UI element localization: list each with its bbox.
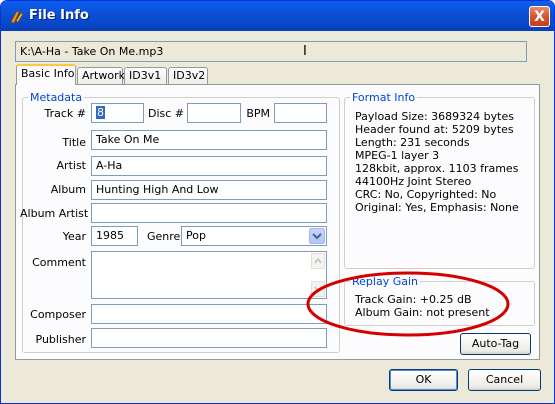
- format-info-line: Header found at: 5209 bytes: [355, 123, 514, 136]
- chevron-down-icon: [312, 233, 322, 240]
- metadata-group-title: Metadata: [28, 91, 85, 104]
- auto-tag-button[interactable]: Auto-Tag: [460, 333, 531, 355]
- file-path-field[interactable]: K:\A-Ha - Take On Me.mp3 I: [15, 41, 527, 62]
- format-info-group: Format Info Payload Size: 3689324 bytes …: [344, 91, 535, 269]
- year-label: Year: [62, 230, 86, 243]
- genre-value: Pop: [186, 229, 206, 242]
- arrow-down-icon: [314, 286, 322, 293]
- comment-label: Comment: [32, 256, 86, 269]
- bpm-label: BPM: [246, 107, 270, 120]
- publisher-label: Publisher: [35, 333, 87, 346]
- genre-select[interactable]: Pop: [181, 226, 327, 246]
- artist-label: Artist: [56, 159, 86, 172]
- comment-scroll-up[interactable]: [311, 253, 325, 269]
- year-input[interactable]: 1985: [91, 226, 138, 246]
- tab-label: Basic Info: [21, 67, 75, 80]
- track-input[interactable]: 8: [91, 103, 144, 123]
- app-icon: [10, 10, 24, 24]
- close-icon: X: [534, 9, 545, 25]
- publisher-input[interactable]: [91, 328, 327, 348]
- format-info-line: Payload Size: 3689324 bytes: [355, 110, 514, 123]
- title-input[interactable]: Take On Me: [91, 130, 327, 150]
- replay-gain-group-title: Replay Gain: [350, 275, 420, 288]
- album-label: Album: [50, 183, 86, 196]
- file-info-dialog: File Info X K:\A-Ha - Take On Me.mp3 I B…: [0, 0, 555, 404]
- title-label: Title: [62, 136, 86, 149]
- replay-gain-group: Replay Gain Track Gain: +0.25 dB Album G…: [344, 275, 535, 326]
- text-cursor-icon: I: [303, 44, 307, 59]
- composer-label: Composer: [30, 308, 86, 321]
- format-info-line: 128kbit, approx. 1103 frames: [355, 162, 519, 175]
- window-title: File Info: [29, 8, 89, 23]
- comment-scroll-down[interactable]: [311, 281, 325, 297]
- composer-input[interactable]: [91, 304, 327, 324]
- format-info-line: Length: 231 seconds: [355, 136, 470, 149]
- track-value: 8: [96, 106, 105, 119]
- genre-dropdown-button[interactable]: [309, 228, 325, 244]
- bpm-input[interactable]: [274, 103, 327, 123]
- disc-input[interactable]: [187, 103, 241, 123]
- cancel-button[interactable]: Cancel: [468, 369, 541, 391]
- album-artist-input[interactable]: [91, 203, 327, 223]
- artist-value: A-Ha: [96, 159, 123, 172]
- close-button[interactable]: X: [529, 6, 550, 27]
- comment-textarea[interactable]: [91, 251, 327, 299]
- track-label: Track #: [44, 107, 87, 120]
- tab-id3v1[interactable]: ID3v1: [124, 67, 167, 85]
- format-info-line: Original: Yes, Emphasis: None: [355, 201, 519, 214]
- year-value: 1985: [96, 229, 124, 242]
- tab-artwork[interactable]: Artwork: [77, 67, 125, 85]
- tab-label: ID3v1: [129, 69, 162, 82]
- tab-label: ID3v2: [173, 69, 206, 82]
- replay-gain-line: Album Gain: not present: [355, 306, 490, 319]
- disc-label: Disc #: [147, 107, 184, 120]
- genre-label: Genre: [147, 230, 181, 243]
- format-info-line: 44100Hz Joint Stereo: [355, 175, 472, 188]
- album-value: Hunting High And Low: [96, 183, 219, 196]
- format-info-line: CRC: No, Copyrighted: No: [355, 188, 497, 201]
- replay-gain-line: Track Gain: +0.25 dB: [355, 293, 472, 306]
- tab-id3v2[interactable]: ID3v2: [168, 67, 208, 85]
- title-value: Take On Me: [96, 133, 160, 146]
- album-input[interactable]: Hunting High And Low: [91, 180, 327, 200]
- title-bar[interactable]: File Info X: [1, 1, 554, 31]
- format-info-group-title: Format Info: [350, 91, 418, 104]
- basic-info-panel: Metadata Track # 8 Disc # BPM Title Take…: [15, 84, 540, 360]
- format-info-line: MPEG-1 layer 3: [355, 149, 440, 162]
- ok-button[interactable]: OK: [389, 369, 458, 391]
- tab-basic-info[interactable]: Basic Info: [16, 64, 76, 85]
- album-artist-label: Album Artist: [20, 207, 89, 220]
- tab-label: Artwork: [82, 69, 125, 82]
- file-path-text: K:\A-Ha - Take On Me.mp3: [20, 45, 164, 58]
- arrow-up-icon: [314, 257, 322, 264]
- artist-input[interactable]: A-Ha: [91, 156, 327, 176]
